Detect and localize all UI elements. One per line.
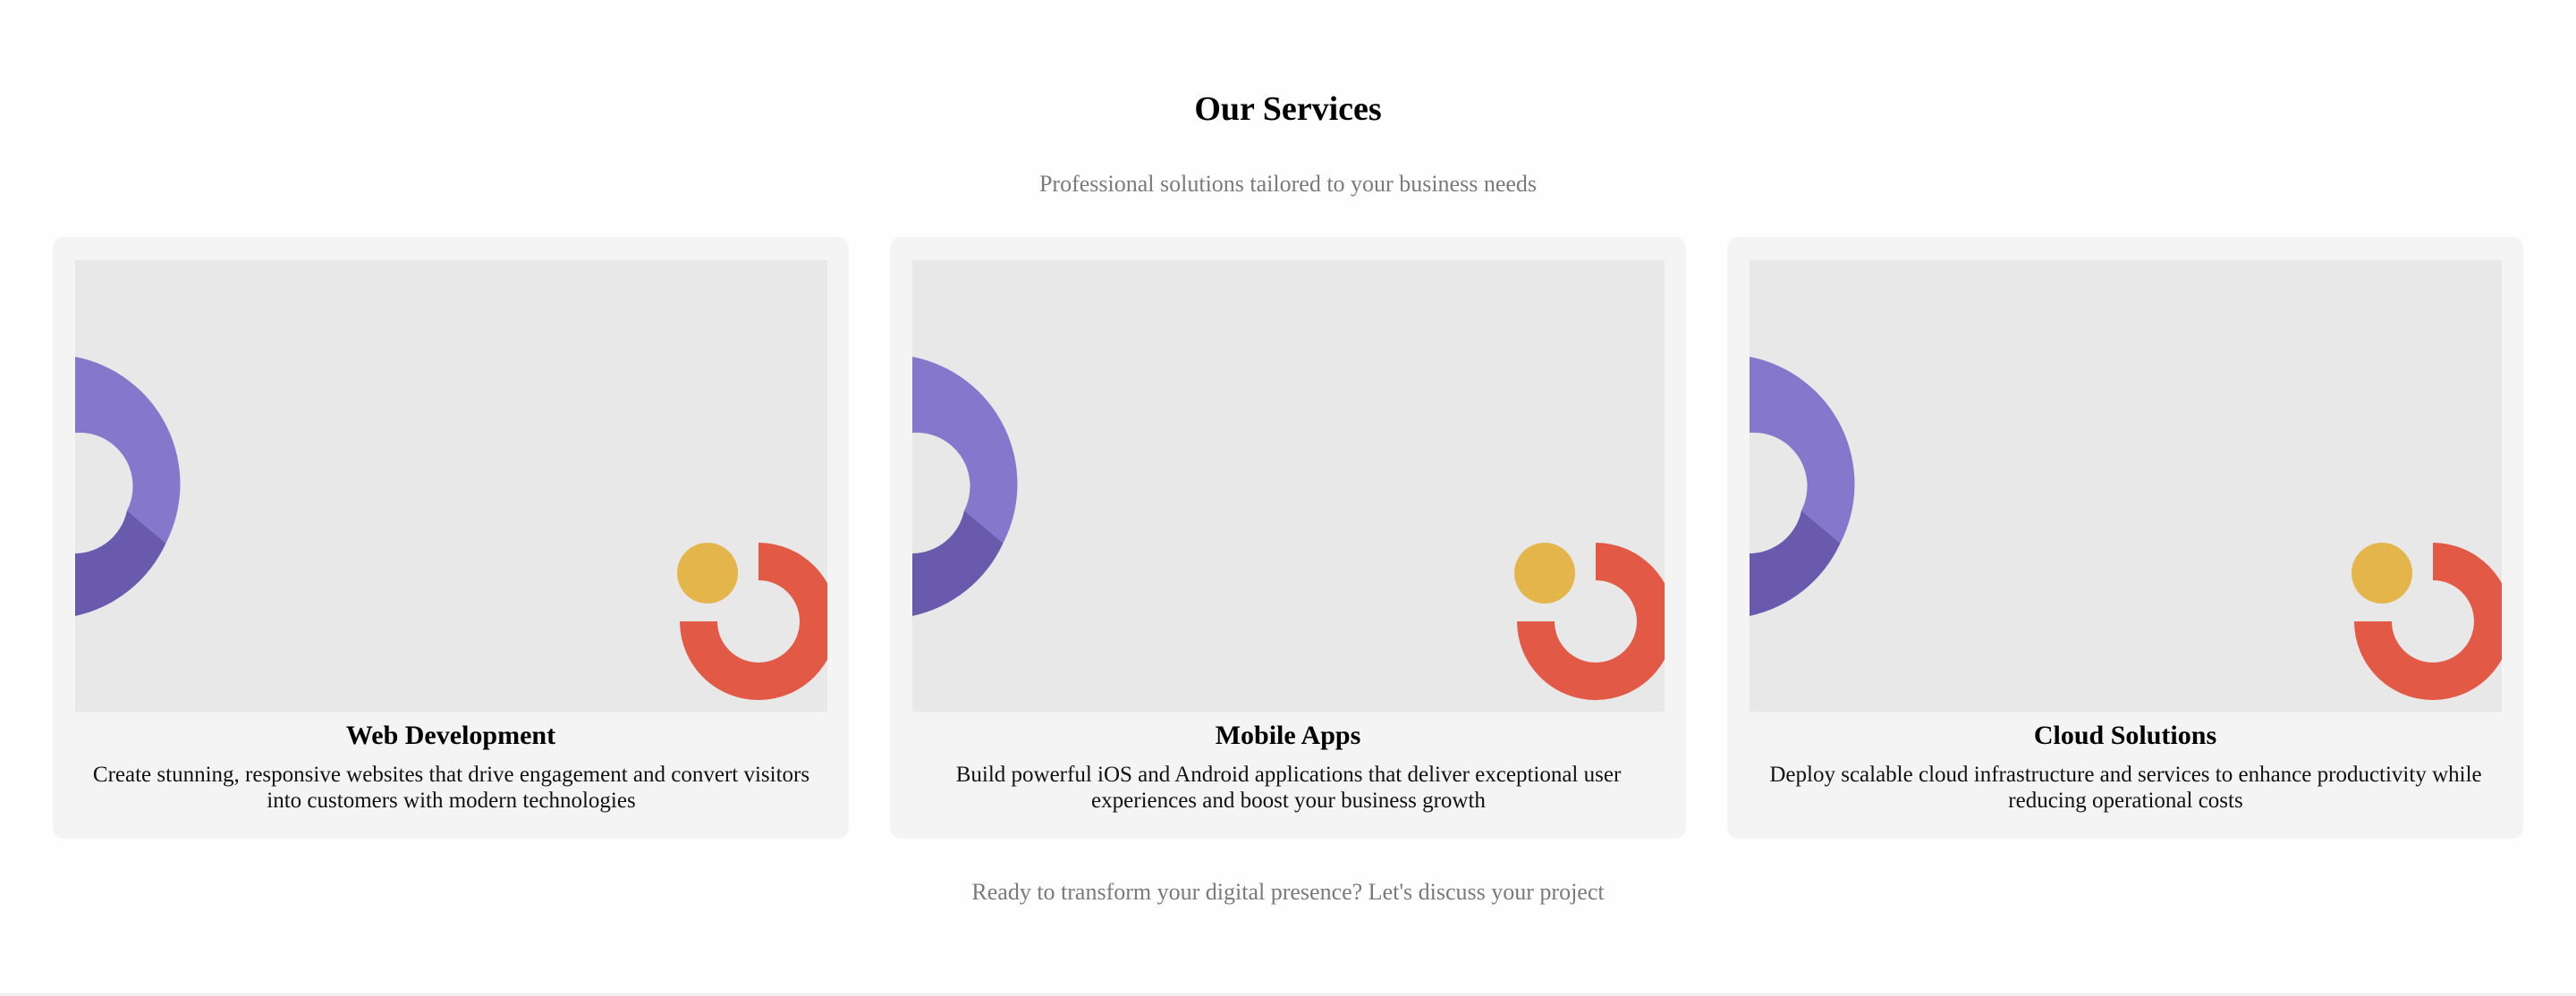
abstract-shapes-illustration-icon — [1750, 357, 2502, 700]
service-card-image — [912, 260, 1665, 712]
service-card-title: Web Development — [345, 721, 556, 750]
service-card-description: Build powerful iOS and Android applicati… — [955, 763, 1622, 813]
service-card-image — [75, 260, 827, 712]
service-card-web-development[interactable]: Web Development Create stunning, respons… — [53, 237, 849, 839]
service-card-description: Deploy scalable cloud infrastructure and… — [1769, 763, 2482, 813]
call-to-action-text: Ready to transform your digital presence… — [971, 879, 1605, 905]
service-card-cloud-solutions[interactable]: Cloud Solutions Deploy scalable cloud in… — [1727, 237, 2523, 839]
abstract-shapes-illustration-icon — [75, 357, 827, 700]
page-subtitle: Professional solutions tailored to your … — [1038, 171, 1538, 197]
service-card-description: Create stunning, responsive websites tha… — [92, 763, 810, 813]
service-card-title: Cloud Solutions — [2033, 721, 2217, 750]
service-card-image — [1750, 260, 2502, 712]
abstract-shapes-illustration-icon — [912, 357, 1665, 700]
service-card-mobile-apps[interactable]: Mobile Apps Build powerful iOS and Andro… — [890, 237, 1686, 839]
page-title: Our Services — [1194, 90, 1382, 128]
services-page: Our Services Professional solutions tail… — [0, 0, 2576, 996]
service-card-title: Mobile Apps — [1215, 721, 1361, 750]
